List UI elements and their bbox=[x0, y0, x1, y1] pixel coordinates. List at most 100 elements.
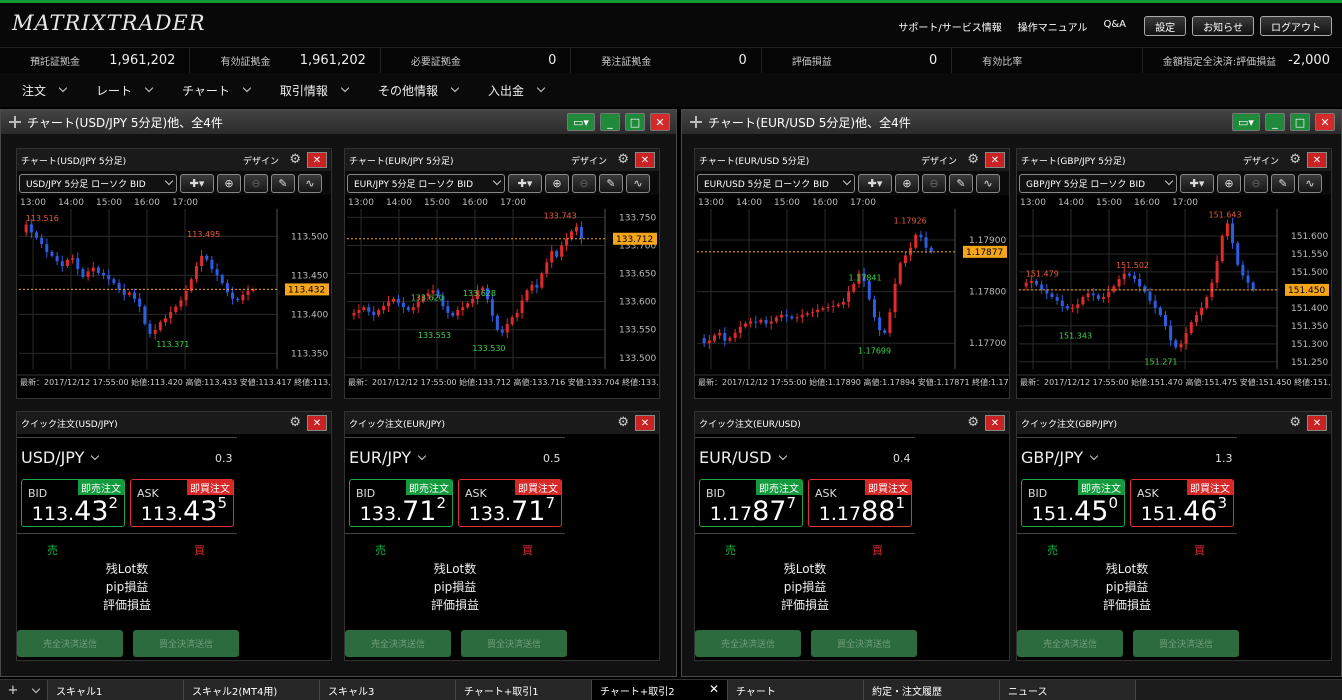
tab-chart-trade2[interactable]: チャート+取引2 ✕ bbox=[592, 680, 728, 700]
design-link[interactable]: デザイン bbox=[1243, 154, 1279, 167]
buy-close-all-button[interactable]: 買全決済送信 bbox=[1133, 630, 1239, 657]
pen-icon[interactable]: ✎ bbox=[949, 173, 973, 193]
gear-icon[interactable]: ⚙ bbox=[967, 416, 979, 429]
add-tab-icon[interactable]: + bbox=[8, 683, 19, 698]
tab-chart[interactable]: チャート bbox=[728, 680, 864, 700]
close-panel-button[interactable]: ✕ bbox=[1307, 415, 1327, 431]
chart-area[interactable]: 13:00 14:00 15:00 16:00 17:00 133.750 133.700 1… bbox=[345, 195, 659, 389]
gear-icon[interactable]: ⚙ bbox=[289, 416, 301, 429]
gear-icon[interactable]: ⚙ bbox=[1289, 153, 1301, 166]
buy-close-all-button[interactable]: 買全決済送信 bbox=[133, 630, 239, 657]
menu-rate[interactable]: レート bbox=[96, 82, 154, 99]
bid-sell-button[interactable]: BID 即売注文 113.432 bbox=[21, 479, 125, 527]
design-link[interactable]: デザイン bbox=[243, 154, 279, 167]
chart-symbol-select[interactable]: EUR/JPY 5分足 ローソク BID bbox=[347, 173, 505, 193]
design-link[interactable]: デザイン bbox=[571, 154, 607, 167]
indicator-icon[interactable]: ∿ bbox=[1298, 173, 1322, 193]
pen-icon[interactable]: ✎ bbox=[271, 173, 295, 193]
chart-symbol-select[interactable]: USD/JPY 5分足 ローソク BID bbox=[19, 173, 177, 193]
sell-close-all-button[interactable]: 売全決済送信 bbox=[1017, 630, 1123, 657]
tab-scalp1[interactable]: スキャル1 bbox=[48, 680, 184, 700]
zoom-out-icon[interactable]: ⊖ bbox=[1244, 173, 1268, 193]
maximize-button[interactable]: □ bbox=[1290, 113, 1310, 131]
chart-area[interactable]: 13:00 14:00 15:00 16:00 17:00 113.500 113.450 1… bbox=[17, 195, 331, 389]
crosshair-icon[interactable]: ✚▾ bbox=[1180, 173, 1214, 193]
sell-close-all-button[interactable]: 売全決済送信 bbox=[695, 630, 801, 657]
gear-icon[interactable]: ⚙ bbox=[617, 416, 629, 429]
close-panel-button[interactable]: ✕ bbox=[635, 152, 655, 168]
symbol-select[interactable]: EUR/USD bbox=[699, 448, 787, 467]
zoom-out-icon[interactable]: ⊖ bbox=[922, 173, 946, 193]
zoom-in-icon[interactable]: ⊕ bbox=[545, 173, 569, 193]
menu-trade-info[interactable]: 取引情報 bbox=[280, 82, 350, 99]
minimize-button[interactable]: _ bbox=[600, 113, 620, 131]
notice-button[interactable]: お知らせ bbox=[1192, 16, 1254, 36]
menu-deposit[interactable]: 入出金 bbox=[488, 82, 546, 99]
bid-sell-button[interactable]: BID 即売注文 133.712 bbox=[349, 479, 453, 527]
indicator-icon[interactable]: ∿ bbox=[976, 173, 1000, 193]
close-panel-button[interactable]: ✕ bbox=[1307, 152, 1327, 168]
close-panel-button[interactable]: ✕ bbox=[985, 415, 1005, 431]
zoom-in-icon[interactable]: ⊕ bbox=[895, 173, 919, 193]
ask-buy-button[interactable]: ASK 即買注文 113.435 bbox=[130, 479, 234, 527]
sell-close-all-button[interactable]: 売全決済送信 bbox=[345, 630, 451, 657]
chart-symbol-select[interactable]: EUR/USD 5分足 ローソク BID bbox=[697, 173, 855, 193]
design-link[interactable]: デザイン bbox=[921, 154, 957, 167]
maximize-button[interactable]: □ bbox=[625, 113, 645, 131]
menu-other-info[interactable]: その他情報 bbox=[378, 82, 460, 99]
close-window-button[interactable]: ✕ bbox=[650, 113, 670, 131]
close-window-button[interactable]: ✕ bbox=[1315, 113, 1335, 131]
chevron-down-icon[interactable] bbox=[32, 684, 41, 693]
settings-button[interactable]: 設定 bbox=[1144, 16, 1187, 36]
bid-sell-button[interactable]: BID 即売注文 151.450 bbox=[1021, 479, 1125, 527]
tab-history[interactable]: 約定・注文履歴 bbox=[864, 680, 1000, 700]
faq-link[interactable]: Q&A bbox=[1103, 19, 1126, 34]
close-tab-icon[interactable]: ✕ bbox=[709, 682, 719, 696]
window-titlebar[interactable]: チャート(USD/JPY 5分足)他、全4件 ▭▾ _ □ ✕ bbox=[1, 110, 676, 134]
sell-close-all-button[interactable]: 売全決済送信 bbox=[17, 630, 123, 657]
pen-icon[interactable]: ✎ bbox=[1271, 173, 1295, 193]
minimize-button[interactable]: _ bbox=[1265, 113, 1285, 131]
gear-icon[interactable]: ⚙ bbox=[289, 153, 301, 166]
symbol-select[interactable]: GBP/JPY bbox=[1021, 448, 1099, 467]
move-icon[interactable] bbox=[690, 116, 702, 128]
indicator-icon[interactable]: ∿ bbox=[298, 173, 322, 193]
indicator-icon[interactable]: ∿ bbox=[626, 173, 650, 193]
ask-buy-button[interactable]: ASK 即買注文 151.463 bbox=[1130, 479, 1234, 527]
close-panel-button[interactable]: ✕ bbox=[307, 152, 327, 168]
gear-icon[interactable]: ⚙ bbox=[1289, 416, 1301, 429]
menu-chart[interactable]: チャート bbox=[182, 82, 252, 99]
window-titlebar[interactable]: チャート(EUR/USD 5分足)他、全4件 ▭▾ _ □ ✕ bbox=[682, 110, 1341, 134]
tab-chart-trade1[interactable]: チャート+取引1 bbox=[456, 680, 592, 700]
chart-symbol-select[interactable]: GBP/JPY 5分足 ローソク BID bbox=[1019, 173, 1177, 193]
crosshair-icon[interactable]: ✚▾ bbox=[858, 173, 892, 193]
chart-area[interactable]: 13:00 14:00 15:00 16:00 17:00 151.600 151.550 1… bbox=[1017, 195, 1331, 389]
crosshair-icon[interactable]: ✚▾ bbox=[180, 173, 214, 193]
zoom-in-icon[interactable]: ⊕ bbox=[217, 173, 241, 193]
menu-order[interactable]: 注文 bbox=[22, 82, 68, 99]
crosshair-icon[interactable]: ✚▾ bbox=[508, 173, 542, 193]
tab-scalp2[interactable]: スキャル2(MT4用) bbox=[184, 680, 320, 700]
pen-icon[interactable]: ✎ bbox=[599, 173, 623, 193]
buy-close-all-button[interactable]: 買全決済送信 bbox=[811, 630, 917, 657]
gear-icon[interactable]: ⚙ bbox=[617, 153, 629, 166]
tab-news[interactable]: ニュース bbox=[1000, 680, 1136, 700]
zoom-out-icon[interactable]: ⊖ bbox=[572, 173, 596, 193]
close-panel-button[interactable]: ✕ bbox=[307, 415, 327, 431]
gear-icon[interactable]: ⚙ bbox=[967, 153, 979, 166]
close-panel-button[interactable]: ✕ bbox=[985, 152, 1005, 168]
layout-menu-button[interactable]: ▭▾ bbox=[567, 113, 595, 131]
close-panel-button[interactable]: ✕ bbox=[635, 415, 655, 431]
zoom-in-icon[interactable]: ⊕ bbox=[1217, 173, 1241, 193]
support-link[interactable]: サポート/サービス情報 bbox=[898, 19, 1001, 34]
zoom-out-icon[interactable]: ⊖ bbox=[244, 173, 268, 193]
bid-sell-button[interactable]: BID 即売注文 1.17877 bbox=[699, 479, 803, 527]
chart-area[interactable]: 13:00 14:00 15:00 16:00 17:00 1.17900 1.17800 1… bbox=[695, 195, 1009, 389]
move-icon[interactable] bbox=[9, 116, 21, 128]
logout-button[interactable]: ログアウト bbox=[1260, 16, 1332, 36]
manual-link[interactable]: 操作マニュアル bbox=[1018, 19, 1088, 34]
ask-buy-button[interactable]: ASK 即買注文 133.717 bbox=[458, 479, 562, 527]
tab-scalp3[interactable]: スキャル3 bbox=[320, 680, 456, 700]
symbol-select[interactable]: USD/JPY bbox=[21, 448, 100, 467]
ask-buy-button[interactable]: ASK 即買注文 1.17881 bbox=[808, 479, 912, 527]
